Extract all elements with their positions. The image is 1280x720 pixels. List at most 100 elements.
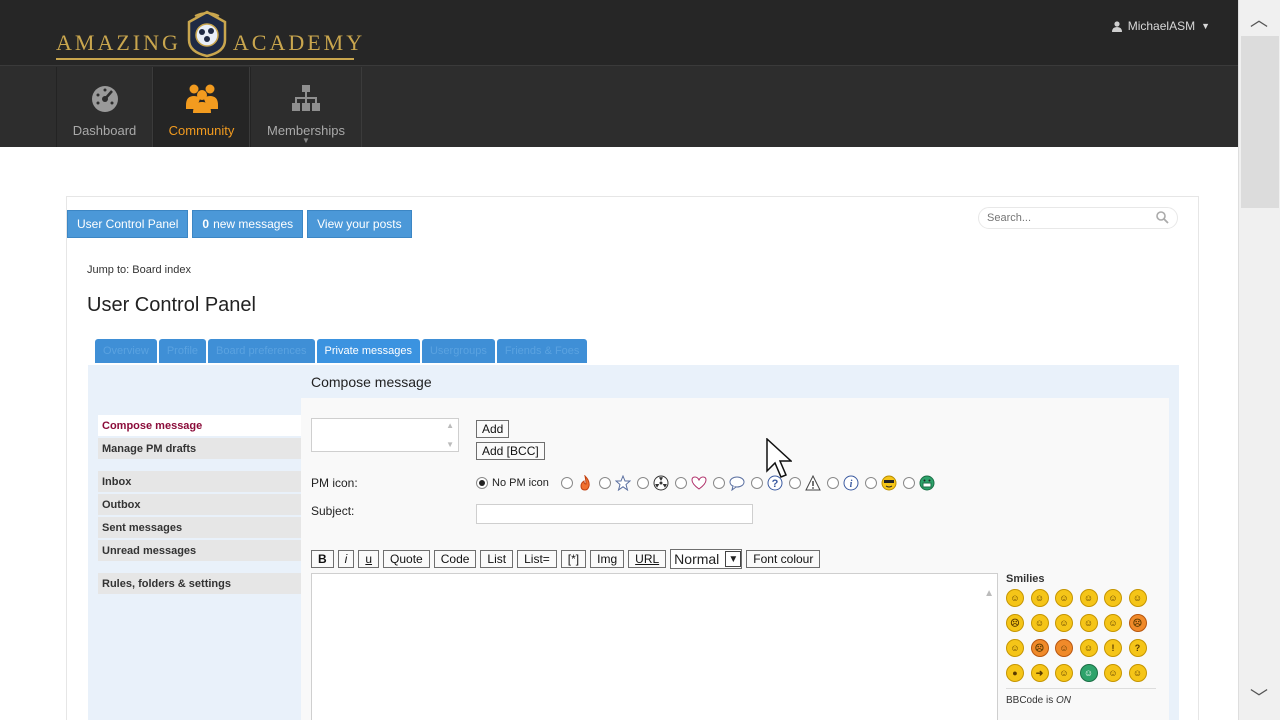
user-menu[interactable]: MichaelASM ▼ bbox=[1111, 19, 1210, 33]
mouse-cursor-icon bbox=[766, 438, 792, 478]
smiley-icon[interactable]: ☺ bbox=[1055, 639, 1073, 657]
code-button[interactable]: Code bbox=[433, 550, 477, 568]
warning-icon bbox=[805, 475, 821, 491]
smiley-icon[interactable]: ☺ bbox=[1128, 664, 1147, 682]
underline-button[interactable]: u bbox=[358, 550, 380, 568]
smiley-icon[interactable]: ☺ bbox=[1006, 589, 1024, 607]
chevron-up-icon[interactable]: ︿ bbox=[1250, 6, 1268, 32]
sidebar-item-compose[interactable]: Compose message bbox=[98, 415, 301, 436]
nav-dashboard[interactable]: Dashboard bbox=[56, 67, 153, 147]
font-size-select[interactable]: Normal ▼ bbox=[670, 549, 743, 569]
tab-usergroups[interactable]: Usergroups bbox=[421, 339, 495, 363]
nav-community-label: Community bbox=[168, 123, 235, 138]
breadcrumb-board-index[interactable]: Board index bbox=[132, 264, 191, 276]
pm-icon-radio[interactable] bbox=[864, 477, 877, 489]
compose-title: Compose message bbox=[311, 374, 432, 390]
sidebar-item-inbox[interactable]: Inbox bbox=[98, 471, 301, 492]
pm-icon-radio-none[interactable] bbox=[476, 477, 488, 489]
smiley-icon[interactable]: ☺ bbox=[1055, 589, 1073, 607]
smiley-icon[interactable]: ☺ bbox=[1104, 664, 1122, 682]
chevron-down-icon[interactable]: ﹀ bbox=[1250, 684, 1268, 710]
tab-profile[interactable]: Profile bbox=[158, 339, 207, 363]
quote-button[interactable]: Quote bbox=[383, 550, 430, 568]
tab-board-preferences[interactable]: Board preferences bbox=[208, 339, 315, 363]
list-button[interactable]: List bbox=[480, 550, 514, 568]
sidebar-item-outbox[interactable]: Outbox bbox=[98, 494, 301, 515]
pm-icon-radio[interactable] bbox=[598, 477, 611, 489]
tab-private-messages[interactable]: Private messages bbox=[316, 339, 420, 363]
divider bbox=[1006, 688, 1156, 689]
add-bcc-button[interactable]: Add [BCC] bbox=[476, 442, 545, 460]
bold-button[interactable]: B bbox=[311, 550, 334, 568]
pm-icon-radio[interactable] bbox=[826, 477, 839, 489]
smiley-icon[interactable]: ☺ bbox=[1104, 589, 1122, 607]
smiley-icon[interactable]: ☺ bbox=[1079, 664, 1098, 682]
breadcrumb: Jump to: Board index bbox=[87, 264, 191, 276]
svg-text:i: i bbox=[849, 479, 852, 490]
ucp-tabs: Overview Profile Board preferences Priva… bbox=[95, 339, 588, 363]
smiley-icon[interactable]: ☺ bbox=[1055, 664, 1073, 682]
search-input[interactable] bbox=[987, 212, 1147, 224]
sidebar-item-sent[interactable]: Sent messages bbox=[98, 517, 301, 538]
sidebar-item-unread[interactable]: Unread messages bbox=[98, 540, 301, 561]
sidebar-item-rules[interactable]: Rules, folders & settings bbox=[98, 573, 301, 594]
smiley-icon[interactable]: ☺ bbox=[1030, 614, 1049, 632]
smiley-icon[interactable]: ☺ bbox=[1079, 639, 1098, 657]
nav-community[interactable]: Community bbox=[153, 67, 250, 147]
chevron-up-icon[interactable]: ▲ bbox=[446, 421, 454, 430]
message-textarea[interactable]: ▲ bbox=[311, 573, 998, 720]
site-logo[interactable]: AMAZING ACADEMY bbox=[56, 10, 365, 60]
scrollbar-thumb[interactable] bbox=[1241, 36, 1279, 208]
page-title: User Control Panel bbox=[87, 294, 256, 316]
list-item-button[interactable]: [*] bbox=[560, 550, 587, 568]
url-button[interactable]: URL bbox=[628, 550, 667, 568]
smiley-icon[interactable]: ☺ bbox=[1128, 589, 1147, 607]
view-posts-button[interactable]: View your posts bbox=[307, 210, 412, 238]
font-colour-button[interactable]: Font colour bbox=[746, 550, 821, 568]
recipient-list[interactable]: ▲ ▼ bbox=[311, 418, 459, 452]
ucp-button[interactable]: User Control Panel bbox=[67, 210, 189, 238]
tab-overview[interactable]: Overview bbox=[95, 339, 157, 363]
question-icon[interactable]: ? bbox=[1128, 639, 1147, 657]
italic-button[interactable]: i bbox=[337, 550, 355, 568]
star-icon bbox=[614, 475, 631, 491]
smiley-icon[interactable]: ☺ bbox=[1079, 589, 1098, 607]
tab-friends-foes[interactable]: Friends & Foes bbox=[496, 339, 588, 363]
smiley-icon[interactable]: ☹ bbox=[1006, 614, 1024, 632]
new-messages-button[interactable]: 0 new messages bbox=[192, 210, 304, 238]
chevron-down-icon[interactable]: ▼ bbox=[446, 440, 454, 449]
smiley-icon[interactable]: ☺ bbox=[1055, 614, 1073, 632]
smiley-icon[interactable]: ☺ bbox=[1079, 614, 1098, 632]
pm-icon-radio[interactable] bbox=[636, 477, 649, 489]
chevron-up-icon[interactable]: ▲ bbox=[984, 588, 994, 599]
smiley-icon[interactable]: ☹ bbox=[1030, 639, 1049, 657]
exclamation-icon[interactable]: ! bbox=[1104, 639, 1122, 657]
scrollbar[interactable]: ︿ ﹀ bbox=[1238, 0, 1280, 720]
pm-icon-radio[interactable] bbox=[750, 477, 763, 489]
pm-icon-radio[interactable] bbox=[712, 477, 725, 489]
search-icon[interactable] bbox=[1156, 211, 1169, 224]
smiley-icon[interactable]: ☹ bbox=[1128, 614, 1147, 632]
radioactive-icon bbox=[653, 475, 669, 491]
arrow-icon[interactable]: ➜ bbox=[1030, 664, 1049, 682]
smiley-icon[interactable]: ☺ bbox=[1006, 639, 1024, 657]
subject-input[interactable] bbox=[476, 504, 753, 524]
bbcode-status: BBCode is ON bbox=[1006, 695, 1072, 706]
subject-label: Subject: bbox=[311, 504, 355, 518]
pm-icon-radio[interactable] bbox=[674, 477, 687, 489]
add-recipient-button[interactable]: Add bbox=[476, 420, 510, 438]
sidebar-item-drafts[interactable]: Manage PM drafts bbox=[98, 438, 301, 459]
chevron-down-icon: ▼ bbox=[725, 551, 742, 567]
pm-icon-radio[interactable] bbox=[902, 477, 915, 489]
smilies-heading: Smilies bbox=[1006, 573, 1045, 585]
chevron-down-icon: ▼ bbox=[302, 136, 310, 145]
new-messages-label: new messages bbox=[213, 217, 294, 231]
username: MichaelASM bbox=[1127, 19, 1196, 33]
pm-icon-radio[interactable] bbox=[560, 477, 573, 489]
smiley-icon[interactable]: ☺ bbox=[1104, 614, 1122, 632]
img-button[interactable]: Img bbox=[590, 550, 625, 568]
smiley-icon[interactable]: ☺ bbox=[1030, 589, 1049, 607]
nav-memberships[interactable]: Memberships ▼ bbox=[250, 67, 362, 147]
ordered-list-button[interactable]: List= bbox=[517, 550, 557, 568]
idea-icon[interactable]: ● bbox=[1006, 664, 1024, 682]
